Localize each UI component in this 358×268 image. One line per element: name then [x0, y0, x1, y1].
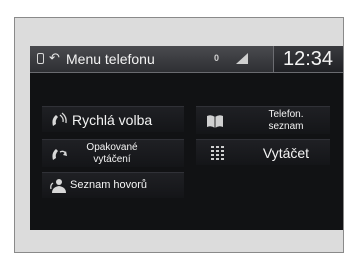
- clock: 12:34: [283, 48, 334, 70]
- phonebook-label-line2: seznam: [268, 121, 304, 132]
- keypad-icon: [211, 146, 224, 160]
- call-history-button[interactable]: Seznam hovorů: [42, 172, 184, 198]
- speed-dial-button[interactable]: Rychlá volba: [42, 106, 184, 132]
- redial-button[interactable]: Opakované vytáčení: [42, 139, 184, 167]
- dial-button[interactable]: Vytáčet: [196, 139, 330, 165]
- speed-dial-icon: [52, 112, 67, 126]
- phonebook-icon: [207, 115, 223, 128]
- redial-icon: [52, 149, 67, 160]
- status-indicator: 0: [214, 53, 220, 63]
- call-history-icon: [50, 179, 66, 193]
- phonebook-label-line1: Telefon.: [268, 109, 304, 120]
- speed-dial-label: Rychlá volba: [72, 112, 153, 128]
- phone-menu-screen: ↶ Menu telefonu 0 12:34 Rychlá volba Tel…: [30, 46, 343, 230]
- signal-icon: [236, 53, 248, 64]
- call-history-label: Seznam hovorů: [70, 179, 148, 191]
- top-bar: ↶ Menu telefonu 0 12:34: [30, 46, 343, 73]
- back-icon[interactable]: ↶: [49, 50, 60, 66]
- clock-box: 12:34: [273, 46, 343, 72]
- phone-icon: [37, 53, 44, 64]
- redial-label-line2: vytáčení: [93, 154, 131, 165]
- page-title: Menu telefonu: [66, 51, 155, 67]
- phonebook-button[interactable]: Telefon. seznam: [196, 106, 330, 134]
- dial-label: Vytáčet: [262, 145, 310, 161]
- redial-label-line1: Opakované: [86, 142, 138, 153]
